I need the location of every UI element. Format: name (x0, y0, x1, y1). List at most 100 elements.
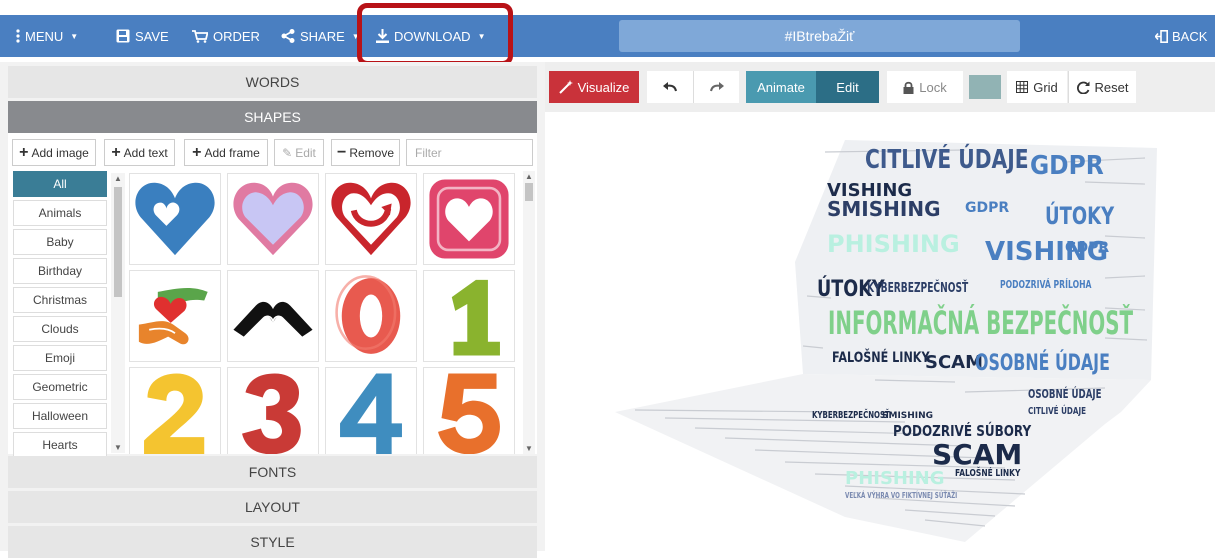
plus-icon: + (111, 143, 121, 161)
redo-button[interactable] (693, 71, 739, 103)
category-clouds[interactable]: Clouds (13, 316, 107, 342)
category-animals[interactable]: Animals (13, 200, 107, 226)
shape-digit-2[interactable] (129, 367, 221, 454)
add-text-button[interactable]: + Add text (104, 139, 175, 166)
cloud-word: VEĽKÁ VÝHRA VO FIKTÍVNEJ SÚŤAŽI (845, 490, 957, 500)
edit-shape-button[interactable]: ✎ Edit (274, 139, 324, 166)
shape-digit-0[interactable] (325, 270, 417, 362)
order-label: ORDER (213, 28, 260, 44)
category-christmas[interactable]: Christmas (13, 287, 107, 313)
floppy-icon (116, 29, 130, 43)
shapes-panel: + Add image + Add text + Add frame ✎ Edi… (8, 133, 537, 458)
save-button[interactable]: SAVE (116, 15, 169, 57)
scroll-up-icon[interactable]: ▲ (114, 174, 122, 183)
remove-label: Remove (349, 145, 395, 160)
section-shapes[interactable]: SHAPES (8, 101, 537, 133)
category-hearts[interactable]: Hearts (13, 432, 107, 458)
blue-heart-icon (135, 182, 215, 256)
word-cloud-canvas[interactable]: CITLIVÉ ÚDAJE GDPR VISHING SMISHING GDPR ÚTOK… (545, 112, 1215, 551)
undo-icon (663, 82, 677, 92)
add-text-label: Add text (123, 145, 168, 160)
shape-hands-heart[interactable] (129, 270, 221, 362)
pencil-icon: ✎ (282, 145, 293, 160)
share-label: SHARE (300, 28, 345, 44)
magic-wand-icon (558, 80, 573, 94)
grid-icon (1016, 81, 1029, 93)
section-layout[interactable]: LAYOUT (8, 491, 537, 523)
add-frame-button[interactable]: + Add frame (184, 139, 268, 166)
section-words[interactable]: WORDS (8, 66, 537, 98)
category-halloween[interactable]: Halloween (13, 403, 107, 429)
menu-label: MENU (25, 28, 64, 44)
category-list: All Animals Baby Birthday Christmas Clouds Emo… (13, 171, 107, 461)
section-style[interactable]: STYLE (8, 526, 537, 558)
shape-red-arrow-heart[interactable] (325, 173, 417, 265)
digit-five-icon (438, 373, 500, 454)
cloud-word: SMISHING (882, 411, 933, 421)
scroll-thumb[interactable] (525, 183, 533, 201)
remove-button[interactable]: − Remove (331, 139, 400, 166)
cloud-title-field[interactable]: #IBtrebaŽiť (619, 20, 1020, 52)
plus-icon: + (192, 143, 202, 161)
cloud-word: GDPR (1065, 240, 1109, 256)
shape-pink-square-heart[interactable] (423, 173, 515, 265)
share-button[interactable]: SHARE ▼ (281, 15, 360, 57)
digit-zero-icon (335, 275, 401, 354)
grid-label: Grid (1033, 79, 1058, 95)
minus-icon: − (336, 143, 347, 161)
download-label: DOWNLOAD (394, 28, 471, 44)
shape-digit-4[interactable] (325, 367, 417, 454)
cart-icon (192, 29, 208, 43)
plus-icon: + (19, 143, 29, 161)
color-swatch[interactable] (969, 75, 1001, 99)
scroll-down-icon[interactable]: ▼ (525, 444, 533, 453)
cloud-word: FALOŠNÉ LINKY (832, 349, 930, 366)
filter-input[interactable] (406, 139, 533, 166)
order-button[interactable]: ORDER (192, 15, 260, 57)
menu-button[interactable]: MENU ▼ (16, 15, 78, 57)
section-fonts[interactable]: FONTS (8, 456, 537, 488)
add-image-button[interactable]: + Add image (12, 139, 96, 166)
digit-two-icon (144, 373, 205, 454)
add-frame-label: Add frame (204, 145, 260, 160)
grid-button[interactable]: Grid (1007, 71, 1067, 103)
cloud-word: SCAM (932, 438, 1022, 471)
category-emoji[interactable]: Emoji (13, 345, 107, 371)
category-scrollbar[interactable]: ▲ ▼ (111, 173, 125, 453)
cloud-word: GDPR (965, 200, 1009, 216)
back-button[interactable]: BACK (1155, 15, 1215, 57)
category-baby[interactable]: Baby (13, 229, 107, 255)
caret-down-icon: ▼ (70, 31, 79, 41)
scroll-down-icon[interactable]: ▼ (114, 443, 122, 452)
scroll-up-icon[interactable]: ▲ (525, 172, 533, 181)
edit-label: Edit (295, 145, 316, 160)
shape-blue-heart[interactable] (129, 173, 221, 265)
category-all[interactable]: All (13, 171, 107, 197)
lock-button[interactable]: Lock (887, 71, 963, 103)
category-geometric[interactable]: Geometric (13, 374, 107, 400)
shape-grid-scrollbar[interactable]: ▲ ▼ (523, 171, 535, 454)
category-birthday[interactable]: Birthday (13, 258, 107, 284)
visualize-button[interactable]: Visualize (549, 71, 639, 103)
download-button[interactable]: DOWNLOAD ▼ (376, 15, 485, 57)
lock-label: Lock (919, 79, 947, 95)
hands-heart-icon (138, 287, 208, 345)
undo-button[interactable] (647, 71, 693, 103)
cloud-word: CITLIVÉ ÚDAJE (865, 143, 1029, 174)
scroll-thumb[interactable] (114, 187, 122, 297)
cloud-word: KYBERBEZPEČNOSŤ (867, 280, 968, 295)
animate-button[interactable]: Animate (746, 71, 816, 103)
caret-down-icon: ▼ (351, 31, 360, 41)
edit-mode-button[interactable]: Edit (816, 71, 879, 103)
hand-heart-silhouette-icon (233, 301, 313, 337)
shape-digit-5[interactable] (423, 367, 515, 454)
add-image-label: Add image (31, 145, 89, 160)
shape-hands-silhouette[interactable] (227, 270, 319, 362)
reset-button[interactable]: Reset (1068, 71, 1136, 103)
shape-digit-1[interactable] (423, 270, 515, 362)
download-icon (376, 29, 389, 43)
shape-pink-outline-heart[interactable] (227, 173, 319, 265)
shape-digit-3[interactable] (227, 367, 319, 454)
back-label: BACK (1172, 28, 1208, 44)
word-cloud-svg: CITLIVÉ ÚDAJE GDPRVISHINGSMISHING GDPR ÚTOK… (615, 140, 1157, 542)
